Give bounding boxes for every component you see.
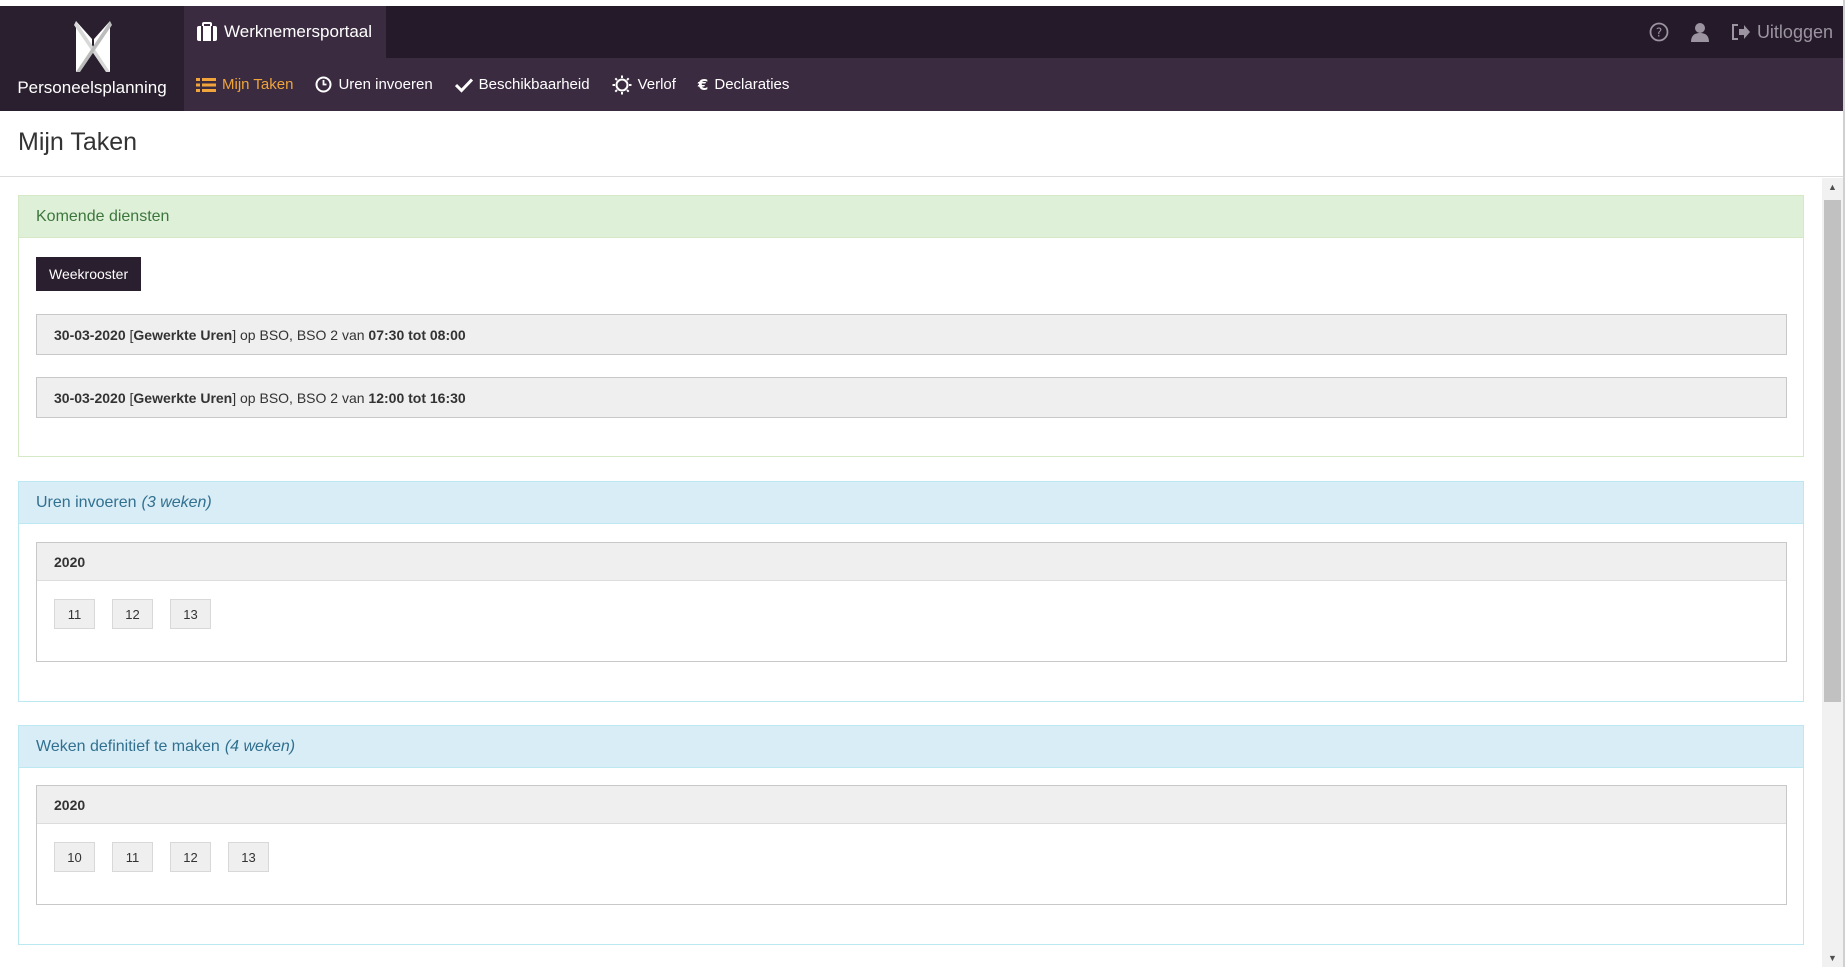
briefcase-icon [197,22,217,41]
shift-text: ] [232,326,241,343]
menu-item-beschikbaarheid[interactable]: Beschikbaarheid [454,76,590,93]
panel-komende-diensten: Komende diensten Weekrooster 30-03-2020 … [18,195,1804,457]
svg-text:?: ? [1656,26,1662,40]
week-list: 11 12 13 [37,581,1786,661]
week-button[interactable]: 11 [54,599,95,629]
shift-item[interactable]: 30-03-2020 [Gewerkte Uren] op BSO, BSO 2… [36,314,1787,355]
panel-heading: Komende diensten [19,196,1803,238]
week-button[interactable]: 13 [228,842,269,872]
panel-title: Komende diensten [36,207,170,225]
sign-out-icon [1731,24,1750,40]
shift-location: op BSO, BSO 2 van [240,389,365,406]
shift-time: 12:00 tot 16:30 [368,389,466,406]
week-button[interactable]: 11 [112,842,153,872]
logout-label: Uitloggen [1756,21,1833,42]
menu-label: Mijn Taken [222,76,294,93]
panel-heading: Weken definitief te maken (4 weken) [19,726,1803,768]
menu-label: Declaraties [714,76,790,93]
year-box: 2020 11 12 13 [36,542,1787,662]
tasks-icon [196,76,216,93]
panel-count: (3 weken) [141,493,212,511]
year-box: 2020 10 11 12 13 [36,785,1787,905]
week-list: 10 11 12 13 [37,824,1786,904]
menu-label: Verlof [637,76,676,93]
menu-item-mijn-taken[interactable]: Mijn Taken [196,76,293,93]
menu-item-declaraties[interactable]: € Declaraties [698,76,789,94]
shift-text: [ [125,389,134,406]
menu-label: Beschikbaarheid [478,76,590,93]
page-title: Mijn Taken [18,128,138,156]
week-button[interactable]: 13 [170,599,211,629]
portal-tab[interactable]: Werknemersportaal [184,6,386,58]
week-button[interactable]: 10 [54,842,95,872]
main-content: Komende diensten Weekrooster 30-03-2020 … [0,178,1822,967]
week-button[interactable]: 12 [170,842,211,872]
shift-date: 30-03-2020 [54,389,126,406]
logout-button[interactable]: Uitloggen [1731,22,1833,43]
brand[interactable]: Personeelsplanning [0,6,184,111]
menu-item-uren-invoeren[interactable]: Uren invoeren [315,76,433,93]
year-heading: 2020 [37,786,1786,824]
page-header: Mijn Taken [0,111,1843,177]
question-circle-icon[interactable]: ? [1649,22,1669,42]
shift-time: 07:30 tot 08:00 [368,326,466,343]
scroll-thumb[interactable] [1824,200,1841,702]
brand-name: Personeelsplanning [17,78,167,97]
year-heading: 2020 [37,543,1786,581]
shift-type: Gewerkte Uren [133,389,233,406]
shift-item[interactable]: 30-03-2020 [Gewerkte Uren] op BSO, BSO 2… [36,377,1787,418]
euro-icon: € [697,75,709,94]
panel-uren-invoeren: Uren invoeren (3 weken) 2020 11 12 13 [18,481,1804,702]
scroll-down-arrow-icon[interactable]: ▼ [1822,949,1843,967]
weekrooster-button[interactable]: Weekrooster [36,257,142,291]
main-menu: Mijn Taken Uren invoeren Beschikbaarheid… [184,58,789,111]
top-right-controls: ? Uitloggen [1649,6,1833,58]
brand-logo-icon [74,21,112,72]
panel-heading: Uren invoeren (3 weken) [19,482,1803,524]
check-icon [454,77,473,93]
sun-icon [612,75,632,94]
user-icon[interactable] [1690,22,1709,42]
portal-title: Werknemersportaal [224,22,373,41]
shift-text: [ [125,326,134,343]
scroll-up-arrow-icon[interactable]: ▲ [1822,178,1843,196]
shift-location: op BSO, BSO 2 van [240,326,365,343]
navbar: Personeelsplanning Werknemersportaal ? U… [0,6,1843,111]
menu-item-verlof[interactable]: Verlof [612,75,676,95]
week-button[interactable]: 12 [112,599,153,629]
panel-title: Uren invoeren [36,493,137,511]
panel-count: (4 weken) [224,737,296,755]
panel-title: Weken definitief te maken [36,737,220,755]
shift-type: Gewerkte Uren [133,326,233,343]
vertical-scrollbar[interactable]: ▲ ▼ [1822,178,1843,967]
clock-icon [315,76,332,93]
menu-label: Uren invoeren [338,76,433,93]
shift-date: 30-03-2020 [54,326,126,343]
shift-text: ] [232,389,241,406]
portal-bar: Werknemersportaal ? Uitloggen [184,6,1843,58]
panel-weken-definitief: Weken definitief te maken (4 weken) 2020… [18,725,1804,945]
